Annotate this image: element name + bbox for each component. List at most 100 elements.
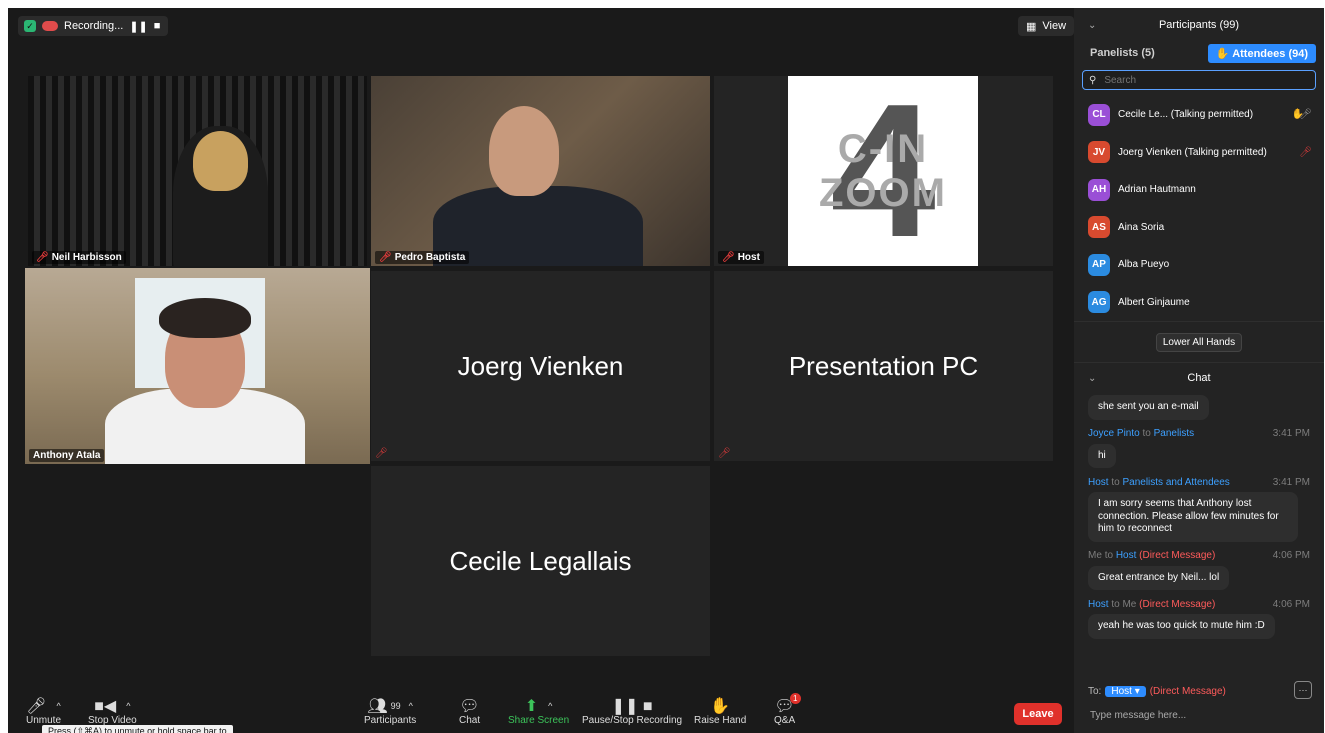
raise-hand-button[interactable]: ✋ Raise Hand (694, 697, 746, 726)
list-item[interactable]: JV Joerg Vienken (Talking permitted) 🎤︎ (1074, 134, 1324, 172)
chat-message: she sent you an e-mail (1088, 395, 1209, 420)
view-label: View (1042, 20, 1067, 32)
chat-panel-header: ⌄ Chat (1074, 363, 1324, 393)
chat-messages: she sent you an e-mail Joyce Pinto to Pa… (1074, 393, 1324, 645)
message-meta: Host to Me (Direct Message) 4:06 PM (1088, 596, 1310, 612)
message-meta: Joyce Pinto to Panelists 3:41 PM (1088, 426, 1310, 442)
qa-button[interactable]: 💬︎ 1 Q&A (774, 693, 801, 726)
pause-stop-icon: ❚❚ ■ (611, 698, 653, 715)
participant-name: Cecile Le... (Talking permitted) (1118, 109, 1254, 121)
chat-message: I am sorry seems that Anthony lost conne… (1088, 492, 1298, 542)
recording-label: Recording... (64, 20, 124, 32)
participant-name: Pedro Baptista (394, 252, 466, 263)
mic-muted-icon: 🎤︎ ^ (26, 698, 61, 715)
list-item[interactable]: AS Aina Soria (1074, 209, 1324, 247)
chat-icon: 💬︎ (459, 698, 480, 715)
view-button[interactable]: ▦ View (1018, 16, 1075, 36)
message-meta: Me to Host (Direct Message) 4:06 PM (1088, 548, 1310, 564)
sender: Joyce Pinto (1088, 428, 1140, 439)
stop-video-button[interactable]: ■◀ ^ Stop Video (88, 697, 137, 726)
chat-recipient-row: To: Host ▾ (Direct Message) ··· (1074, 681, 1324, 699)
pause-icon[interactable]: ❚❚ (129, 20, 147, 33)
chevron-down-icon[interactable]: ⌄ (1088, 373, 1096, 384)
shield-icon: ✓ (24, 20, 36, 32)
logo-line-1: C-IN (837, 127, 929, 171)
participant-hair (193, 131, 248, 191)
mic-icon[interactable]: 🎤︎ (1299, 109, 1312, 120)
direct-message-tag: (Direct Message) (1149, 685, 1226, 697)
mic-muted-icon[interactable]: 🎤︎ (1299, 147, 1312, 158)
qa-icon: 💬︎ 1 (774, 693, 801, 715)
zoom-meeting-window: ✓ Recording... ❚❚ ■ ▦ View 🎤︎ Neil Harbi… (8, 8, 1324, 733)
logo-text: C-IN ZOOM (819, 127, 947, 215)
mic-muted-icon: 🎤︎ (36, 252, 49, 263)
video-tile-presentation[interactable]: Presentation PC 🎤︎ (714, 271, 1053, 461)
recipient: Panelists (1153, 428, 1195, 439)
participants-tabs: Panelists (5) ✋ Attendees (94) (1074, 42, 1324, 64)
video-tile-neil[interactable]: 🎤︎ Neil Harbisson (28, 76, 367, 266)
participants-button[interactable]: 👥︎ 99 ^ Participants (364, 697, 416, 726)
list-item[interactable]: AG Albert Ginjaume (1074, 284, 1324, 322)
tab-attendees-label: Attendees (94) (1232, 47, 1308, 60)
recipient-select[interactable]: Host ▾ (1105, 685, 1146, 697)
list-item[interactable]: AH Adrian Hautmann (1074, 171, 1324, 209)
tile-name-label: 🎤︎ Pedro Baptista (375, 251, 470, 264)
tile-name-label: Anthony Atala (29, 449, 105, 462)
chat-message: Great entrance by Neil... lol (1088, 565, 1230, 590)
participant-name: Aina Soria (1118, 221, 1165, 233)
participants-label: Participants (364, 715, 417, 726)
mic-muted-icon: 🎤︎ (375, 448, 388, 459)
tab-panelists[interactable]: Panelists (5) (1082, 44, 1163, 62)
pause-stop-recording-button[interactable]: ❚❚ ■ Pause/Stop Recording (582, 697, 682, 726)
timestamp: 4:06 PM (1272, 598, 1310, 610)
video-tile-joerg[interactable]: Joerg Vienken 🎤︎ (371, 271, 710, 461)
recipient: Host (1115, 550, 1137, 561)
participant-name: Host (737, 252, 760, 263)
avatar: AP (1088, 253, 1110, 276)
more-options-icon[interactable]: ··· (1294, 681, 1312, 699)
video-tile-host[interactable]: 4 C-IN ZOOM 🎤︎ Host (714, 76, 1053, 266)
mic-muted-icon: 🎤︎ (379, 252, 392, 263)
qa-label: Q&A (774, 715, 796, 726)
raise-hand-label: Raise Hand (694, 715, 747, 726)
participant-name-large: Joerg Vienken (457, 350, 624, 381)
lower-all-hands-button[interactable]: Lower All Hands (1155, 332, 1243, 352)
search-input[interactable] (1102, 73, 1287, 87)
chevron-down-icon[interactable]: ⌄ (1088, 20, 1096, 31)
video-tile-pedro[interactable]: 🎤︎ Pedro Baptista (371, 76, 710, 266)
share-screen-icon: ⬆ ^ (524, 698, 553, 715)
list-item[interactable]: AP Alba Pueyo (1074, 246, 1324, 284)
participants-search[interactable]: ⚲ (1082, 70, 1316, 90)
participants-icon: 👥︎ 99 ^ (367, 698, 413, 715)
chat-label: Chat (459, 715, 481, 726)
raise-hand-icon: ✋ (710, 698, 731, 715)
unmute-button[interactable]: 🎤︎ ^ Unmute (26, 697, 61, 726)
participants-count: 99 (390, 701, 401, 711)
tile-name-label: 🎤︎ Neil Harbisson (32, 251, 126, 264)
participant-name: Albert Ginjaume (1118, 296, 1190, 308)
unmute-tooltip: Press (⇧⌘A) to unmute or hold space bar … (42, 725, 233, 733)
leave-button[interactable]: Leave (1014, 703, 1062, 725)
search-icon: ⚲ (1089, 74, 1097, 86)
participant-hair (159, 298, 251, 338)
avatar: AS (1088, 216, 1110, 239)
avatar: AG (1088, 291, 1110, 314)
sender: Host (1088, 598, 1109, 610)
pause-stop-recording-label: Pause/Stop Recording (582, 715, 683, 726)
recording-indicator: ✓ Recording... ❚❚ ■ (18, 16, 169, 36)
chat-button[interactable]: 💬︎ Chat (459, 697, 480, 726)
video-tile-cecile[interactable]: Cecile Legallais (371, 466, 710, 656)
participant-name-large: Cecile Legallais (449, 545, 632, 576)
list-item[interactable]: CL Cecile Le... (Talking permitted) ✋ 🎤︎ (1074, 96, 1324, 134)
logo-line-2: ZOOM (819, 171, 947, 215)
video-tile-anthony[interactable]: Anthony Atala (25, 268, 370, 464)
participant-name: Adrian Hautmann (1118, 184, 1196, 196)
tab-attendees[interactable]: ✋ Attendees (94) (1207, 43, 1316, 63)
chat-message-input[interactable] (1088, 706, 1312, 724)
side-panel: ⌄ Participants (99) Panelists (5) ✋ Atte… (1074, 8, 1324, 733)
share-screen-button[interactable]: ⬆ ^ Share Screen (508, 697, 569, 726)
participant-name: Anthony Atala (33, 450, 101, 461)
chat-message: hi (1088, 443, 1116, 468)
chat-message: yeah he was too quick to mute him :D (1088, 614, 1275, 639)
stop-icon[interactable]: ■ (154, 20, 161, 32)
